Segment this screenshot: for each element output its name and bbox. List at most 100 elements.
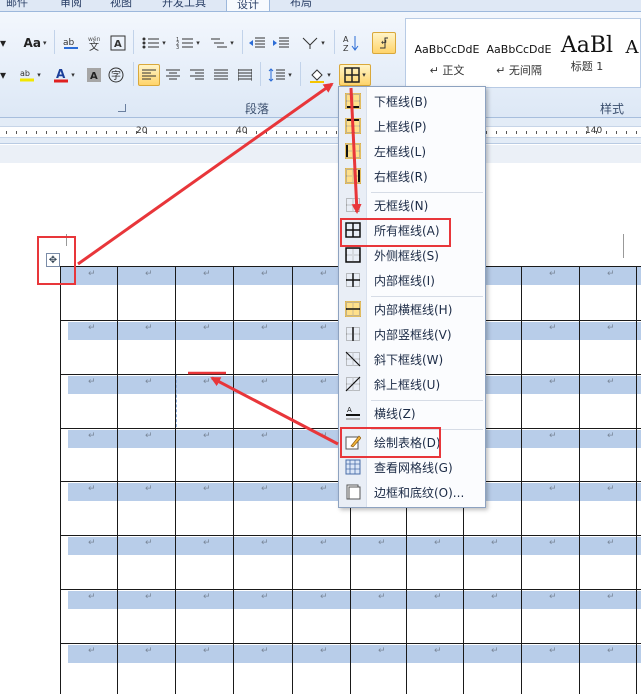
menu-item-horizontal-line[interactable]: A 横线(Z): [339, 402, 485, 424]
tab-design[interactable]: 设计: [226, 0, 270, 11]
annotation-box-draw-table: [340, 427, 441, 458]
svg-text:A: A: [56, 67, 66, 81]
ruler-tick: [536, 131, 537, 134]
numbering-button[interactable]: 1 2 3 ▾: [172, 32, 204, 54]
style-heading-1[interactable]: AaBl 标题 1: [556, 21, 618, 85]
menu-item-label: 边框和底纹(O)...: [374, 485, 465, 500]
table-cell-mark: ↵: [203, 538, 211, 548]
character-shading-icon[interactable]: A: [84, 64, 104, 86]
table-cell-mark: ↵: [607, 377, 615, 387]
border-right-icon: [339, 165, 367, 187]
align-right-button[interactable]: [186, 64, 208, 86]
menu-item-border-right[interactable]: 右框线(R): [339, 165, 485, 187]
table-cell-mark: ↵: [261, 431, 269, 441]
table-cell-mark: ↵: [549, 538, 557, 548]
menu-item-diagonal-down[interactable]: 斜下框线(W): [339, 348, 485, 370]
document-page[interactable]: [0, 145, 641, 694]
chinese-layout-button[interactable]: ▾: [298, 32, 328, 54]
svg-text:A: A: [90, 71, 98, 82]
multilevel-list-button[interactable]: ▾: [206, 32, 238, 54]
table-cell-mark: ↵: [88, 484, 96, 494]
menu-item-border-bottom[interactable]: 下框线(B): [339, 90, 485, 112]
character-border-icon[interactable]: A: [108, 32, 128, 54]
ribbon-tab-bar: 邮件 审阅 视图 开发工具 设计 布局: [0, 0, 641, 12]
align-center-button[interactable]: [162, 64, 184, 86]
menu-item-border-inside-vertical[interactable]: 内部竖框线(V): [339, 323, 485, 345]
bullets-button[interactable]: ▾: [138, 32, 170, 54]
decrease-indent-icon[interactable]: [246, 32, 268, 54]
menu-item-view-gridlines[interactable]: 查看网格线(G): [339, 456, 485, 478]
ruler-tick: [566, 131, 567, 134]
menu-item-border-inside-horizontal[interactable]: 内部横框线(H): [339, 298, 485, 320]
font-color-small-icon[interactable]: ▾: [0, 64, 8, 86]
align-left-button[interactable]: [138, 64, 160, 86]
table-cell-mark: ↵: [491, 592, 499, 602]
table-cell-mark: ↵: [607, 269, 615, 279]
ruler-strip: 20 40 140: [0, 126, 641, 138]
menu-item-border-outside[interactable]: 外侧框线(S): [339, 244, 485, 266]
clear-format-icon[interactable]: ab: [60, 32, 82, 54]
font-color-button[interactable]: A ▾: [48, 64, 80, 86]
borders-shading-icon: [339, 481, 367, 503]
ruler-tick: [146, 131, 147, 134]
table-cell-mark: ↵: [549, 377, 557, 387]
tab-review[interactable]: 审阅: [60, 0, 82, 11]
font-dialog-launcher-icon[interactable]: [118, 104, 126, 112]
menu-item-label: 右框线(R): [374, 169, 428, 184]
menu-item-label: 无框线(N): [374, 198, 429, 213]
distributed-button[interactable]: [234, 64, 256, 86]
table-cell-mark: ↵: [88, 377, 96, 387]
borders-button[interactable]: ▾: [339, 64, 371, 86]
show-hide-marks-button[interactable]: ↵: [372, 32, 396, 54]
ruler-tick: [286, 131, 287, 134]
style-normal[interactable]: AaBbCcDdE ↵ 正文: [412, 21, 482, 85]
menu-item-border-none[interactable]: 无框线(N): [339, 194, 485, 216]
table-column-border: [233, 266, 234, 694]
table-cell-mark: ↵: [261, 377, 269, 387]
table-cell-mark: ↵: [549, 592, 557, 602]
table-cell-mark: ↵: [607, 646, 615, 656]
menu-item-borders-shading[interactable]: 边框和底纹(O)...: [339, 481, 485, 503]
table-cell-mark: ↵: [320, 377, 328, 387]
line-spacing-button[interactable]: ▾: [264, 64, 296, 86]
table-cell-mark: ↵: [607, 323, 615, 333]
horizontal-ruler[interactable]: 20 40 140: [0, 118, 641, 144]
menu-item-diagonal-up[interactable]: 斜上框线(U): [339, 373, 485, 395]
increase-indent-icon[interactable]: [270, 32, 292, 54]
ruler-tick: [266, 131, 267, 134]
margin-corner-mark: [623, 234, 624, 258]
ruler-tick: [606, 131, 607, 134]
ruler-tick: [86, 131, 87, 134]
menu-item-label: 横线(Z): [374, 406, 416, 421]
separator: [334, 30, 335, 54]
tab-developer[interactable]: 开发工具: [162, 0, 206, 11]
horizontal-line-icon: A: [339, 402, 367, 424]
shading-button[interactable]: ▾: [304, 64, 336, 86]
text-highlight-color-button[interactable]: ab ▾: [14, 64, 46, 86]
menu-item-label: 外侧框线(S): [374, 248, 439, 263]
table-column-border: [636, 266, 637, 694]
font-grow-icon[interactable]: ▾: [0, 32, 8, 54]
tab-mailings[interactable]: 邮件: [6, 0, 28, 11]
table-column-border: [292, 266, 293, 694]
tab-view[interactable]: 视图: [110, 0, 132, 11]
separator: [300, 62, 301, 86]
style-no-spacing[interactable]: AaBbCcDdE ↵ 无间隔: [484, 21, 554, 85]
tab-layout[interactable]: 布局: [290, 0, 312, 11]
ruler-tick: [36, 131, 37, 134]
menu-item-label: 上框线(P): [374, 119, 427, 134]
table-cell-mark: ↵: [261, 269, 269, 279]
menu-separator: [371, 400, 483, 401]
ruler-tick: [276, 131, 277, 134]
sort-button[interactable]: AZ: [340, 32, 362, 54]
justify-button[interactable]: [210, 64, 232, 86]
phonetic-guide-icon[interactable]: wén 文: [84, 32, 106, 54]
menu-item-border-inside[interactable]: 内部框线(I): [339, 269, 485, 291]
table-cell-mark: ↵: [203, 269, 211, 279]
change-case-button[interactable]: Aa ▾: [20, 32, 50, 54]
enclose-characters-icon[interactable]: 字: [106, 64, 126, 86]
table-cell-mark: ↵: [203, 646, 211, 656]
menu-item-border-top[interactable]: 上框线(P): [339, 115, 485, 137]
menu-item-border-left[interactable]: 左框线(L): [339, 140, 485, 162]
style-heading-2[interactable]: A: [624, 21, 640, 85]
